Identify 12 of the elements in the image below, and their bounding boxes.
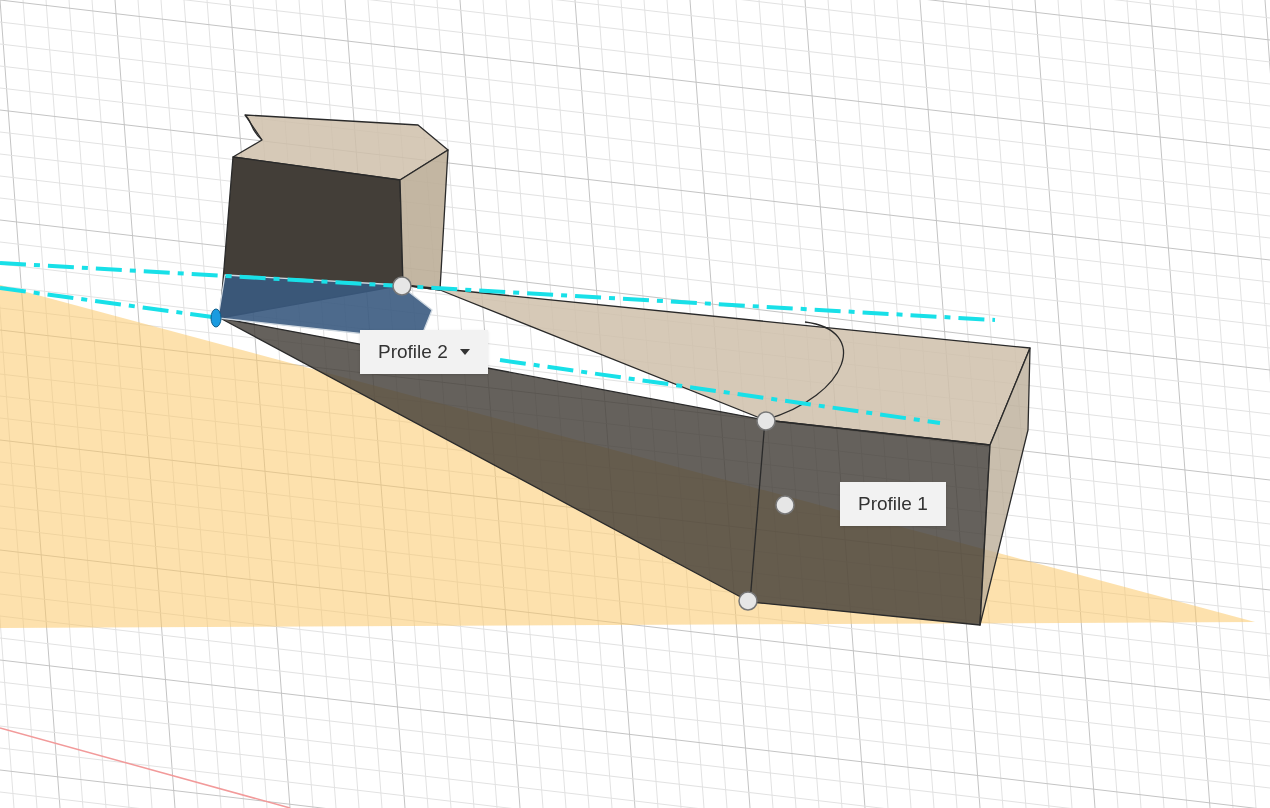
point-handle[interactable]: [756, 411, 776, 431]
3d-viewport[interactable]: Profile 2 Profile 1: [0, 0, 1270, 808]
label-text: Profile 2: [378, 339, 448, 364]
dropdown-caret-icon[interactable]: [459, 349, 470, 355]
point-handle[interactable]: [210, 308, 222, 328]
point-handle[interactable]: [738, 591, 758, 611]
solid-body-drawing[interactable]: [217, 114, 1031, 626]
profile-label[interactable]: Profile 1: [840, 482, 946, 526]
label-text: Profile 1: [858, 491, 928, 516]
point-handle[interactable]: [775, 495, 795, 515]
profile-label[interactable]: Profile 2: [360, 330, 488, 374]
point-handle[interactable]: [392, 276, 412, 296]
